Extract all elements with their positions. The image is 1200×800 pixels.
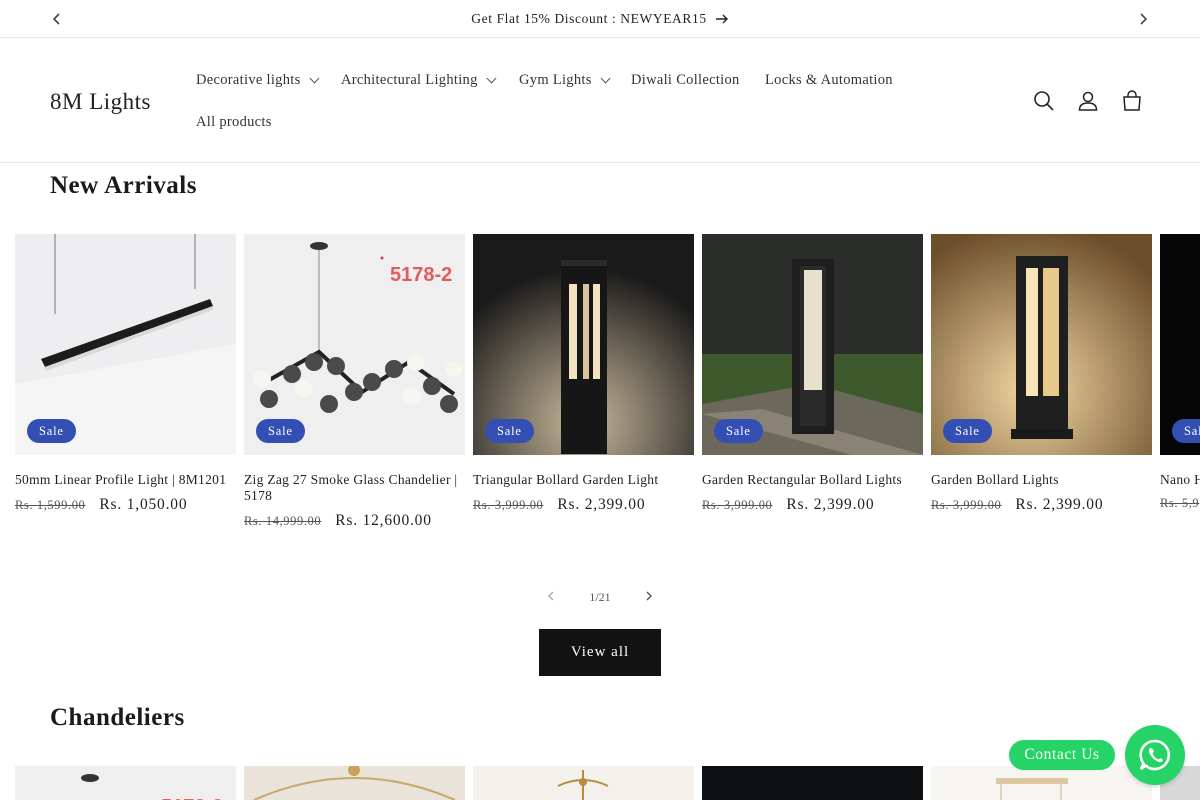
nav-label: Decorative lights — [196, 72, 301, 88]
chevron-down-icon — [600, 73, 611, 84]
slider-next-button[interactable] — [638, 589, 660, 605]
sale-badge: Sale — [485, 419, 534, 443]
regular-price: Rs. 3,999.00 — [473, 498, 544, 512]
regular-price: Rs. 3,999.00 — [702, 498, 773, 512]
product-image[interactable]: Sale — [15, 234, 236, 455]
nav-label: Gym Lights — [519, 72, 592, 88]
search-icon — [1034, 91, 1054, 111]
nav-label: Diwali Collection — [631, 72, 740, 88]
arrow-right-icon — [715, 14, 728, 23]
product-image[interactable] — [473, 766, 694, 800]
product-image[interactable] — [931, 766, 1152, 800]
slider-counter: 1/21 — [589, 589, 611, 604]
regular-price: Rs. 14,999.00 — [244, 514, 322, 528]
sale-price: Rs. 1,050.00 — [99, 496, 188, 513]
view-all-button[interactable]: View all — [539, 629, 661, 676]
announcement-link[interactable]: Get Flat 15% Discount : NEWYEAR15 — [471, 11, 728, 27]
slider-prev-button[interactable] — [540, 589, 562, 605]
nav-gym-lights[interactable]: Gym Lights — [519, 72, 611, 89]
product-image[interactable]: Sale — [473, 234, 694, 455]
sale-price: Rs. 2,399.00 — [557, 496, 646, 513]
product-image[interactable] — [244, 766, 465, 800]
sale-badge: Sale — [256, 419, 305, 443]
product-title[interactable]: Garden Rectangular Bollard Lights — [702, 472, 923, 488]
nav-locks-automation[interactable]: Locks & Automation — [765, 72, 893, 89]
cart-icon — [1123, 90, 1141, 111]
image-label: 5178-2 — [161, 796, 223, 800]
nav-label: Locks & Automation — [765, 72, 893, 88]
announcement-text: Get Flat 15% Discount : NEWYEAR15 — [471, 10, 707, 26]
nav-all-products[interactable]: All products — [196, 114, 272, 131]
contact-us-button[interactable]: Contact Us — [1009, 740, 1115, 770]
regular-price: Rs. 1,599.00 — [15, 498, 86, 512]
product-title[interactable]: Zig Zag 27 Smoke Glass Chandelier | 5178 — [244, 472, 465, 504]
image-label: 5178-2 — [390, 264, 452, 286]
product-image[interactable]: 5178-2 — [15, 766, 236, 800]
product-card[interactable]: 5178-2 Sale Zig Zag 27 Smoke Glass Chand… — [244, 234, 465, 530]
sale-price: Rs. 2,399.00 — [1015, 496, 1104, 513]
chevron-right-icon — [1140, 13, 1148, 25]
chandeliers-title: Chandeliers — [50, 704, 185, 731]
search-button[interactable] — [1032, 89, 1056, 113]
product-image[interactable]: Sale — [931, 234, 1152, 455]
new-arrivals-title: New Arrivals — [50, 172, 197, 199]
product-prices: Rs. 3,999.00 Rs. 2,399.00 — [702, 496, 923, 514]
product-title[interactable]: Garden Bollard Lights — [931, 472, 1152, 488]
product-card[interactable]: Sal Nano H Rs. 5,9 — [1160, 234, 1200, 511]
nav-label: All products — [196, 114, 272, 130]
sale-price: Rs. 12,600.00 — [335, 512, 432, 529]
product-prices: Rs. 5,9 — [1160, 496, 1200, 511]
sale-price: Rs. 2,399.00 — [786, 496, 875, 513]
sale-badge: Sale — [943, 419, 992, 443]
announcement-bar: Get Flat 15% Discount : NEWYEAR15 — [0, 0, 1200, 38]
product-title[interactable]: Nano H — [1160, 472, 1200, 488]
product-image[interactable]: Sal — [1160, 234, 1200, 455]
product-title[interactable]: 50mm Linear Profile Light | 8M1201 — [15, 472, 236, 488]
product-prices: Rs. 14,999.00 Rs. 12,600.00 — [244, 512, 465, 530]
product-prices: Rs. 3,999.00 Rs. 2,399.00 — [473, 496, 694, 514]
chevron-down-icon — [486, 73, 497, 84]
product-image[interactable]: 5178-2 Sale — [244, 234, 465, 455]
chevron-left-icon — [52, 13, 60, 25]
product-prices: Rs. 1,599.00 Rs. 1,050.00 — [15, 496, 236, 514]
announcement-prev-button[interactable] — [46, 8, 68, 30]
product-card[interactable]: Sale 50mm Linear Profile Light | 8M1201 … — [15, 234, 236, 514]
whatsapp-button[interactable] — [1125, 725, 1185, 785]
product-title[interactable]: Triangular Bollard Garden Light — [473, 472, 694, 488]
chevron-left-icon — [548, 591, 554, 601]
sale-badge: Sal — [1172, 419, 1200, 443]
sale-badge: Sale — [27, 419, 76, 443]
cart-button[interactable] — [1120, 89, 1144, 113]
user-icon — [1078, 91, 1098, 111]
product-image[interactable]: Sale — [702, 234, 923, 455]
whatsapp-icon — [1139, 739, 1171, 771]
nav-decorative-lights[interactable]: Decorative lights — [196, 72, 320, 89]
sale-badge: Sale — [714, 419, 763, 443]
site-header: 8M Lights Decorative lights Architectura… — [0, 39, 1200, 163]
product-card[interactable]: Sale Garden Rectangular Bollard Lights R… — [702, 234, 923, 514]
account-button[interactable] — [1076, 89, 1100, 113]
product-image[interactable] — [702, 766, 923, 800]
announcement-next-button[interactable] — [1132, 8, 1154, 30]
site-logo[interactable]: 8M Lights — [50, 89, 151, 115]
nav-architectural-lighting[interactable]: Architectural Lighting — [341, 72, 497, 89]
regular-price: Rs. 5,9 — [1160, 496, 1200, 510]
nav-diwali-collection[interactable]: Diwali Collection — [631, 72, 740, 89]
chevron-down-icon — [309, 73, 320, 84]
nav-label: Architectural Lighting — [341, 72, 478, 88]
product-prices: Rs. 3,999.00 Rs. 2,399.00 — [931, 496, 1152, 514]
chevron-right-icon — [646, 591, 652, 601]
product-card[interactable]: Sale Garden Bollard Lights Rs. 3,999.00 … — [931, 234, 1152, 514]
product-card[interactable]: Sale Triangular Bollard Garden Light Rs.… — [473, 234, 694, 514]
slider-controls: 1/21 — [540, 586, 660, 608]
regular-price: Rs. 3,999.00 — [931, 498, 1002, 512]
